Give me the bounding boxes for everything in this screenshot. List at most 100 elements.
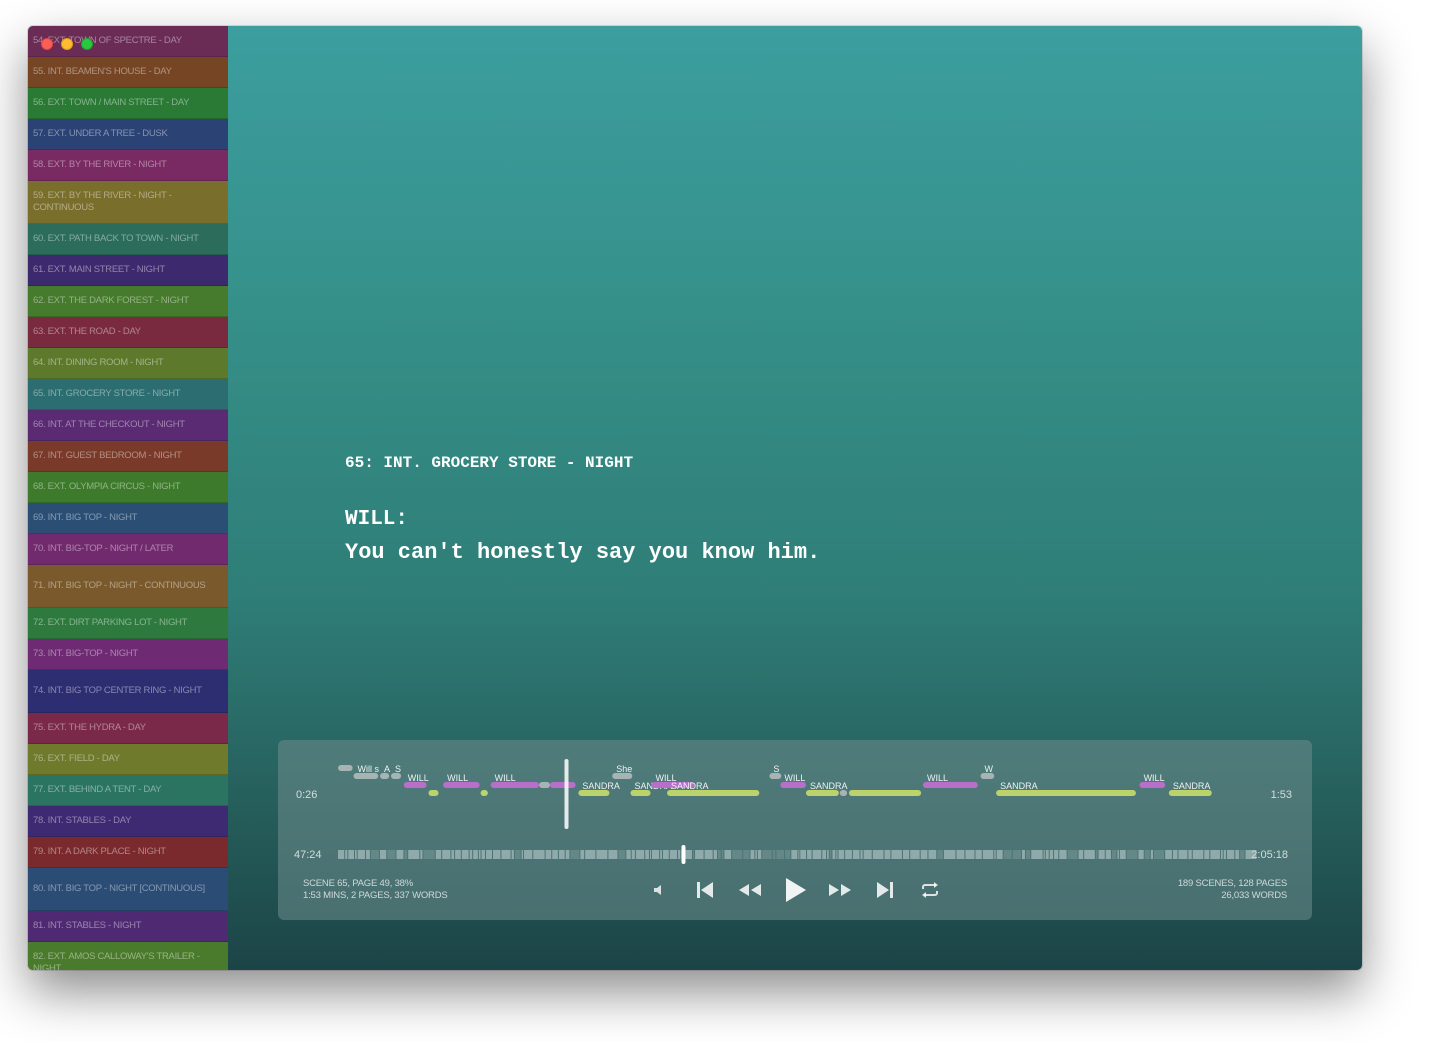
scene-marker[interactable] <box>651 850 660 859</box>
scene-marker[interactable] <box>345 850 348 859</box>
scene-marker[interactable] <box>1078 850 1084 859</box>
scene-list-item[interactable]: 76. EXT. FIELD - DAY <box>28 744 228 775</box>
scene-marker[interactable] <box>1178 850 1188 859</box>
scene-marker[interactable] <box>1119 850 1126 859</box>
scene-marker[interactable] <box>1192 850 1204 859</box>
scene-marker[interactable] <box>485 850 492 859</box>
scene-marker[interactable] <box>1054 850 1059 859</box>
scene-marker[interactable] <box>863 850 872 859</box>
scene-marker[interactable] <box>435 850 442 859</box>
scene-marker[interactable] <box>704 850 713 859</box>
scene-marker[interactable] <box>724 850 732 859</box>
scene-marker[interactable] <box>872 850 884 859</box>
scene-marker[interactable] <box>1111 850 1117 859</box>
scene-marker[interactable] <box>755 850 757 859</box>
scene-marker[interactable] <box>1031 850 1043 859</box>
scene-marker[interactable] <box>943 850 956 859</box>
scene-marker[interactable] <box>829 850 832 859</box>
scene-marker[interactable] <box>910 850 920 859</box>
scene-marker[interactable] <box>423 850 435 859</box>
scene-marker[interactable] <box>596 850 608 859</box>
scene-marker[interactable] <box>524 850 533 859</box>
scene-marker[interactable] <box>791 850 798 859</box>
fast-forward-button[interactable] <box>826 876 854 904</box>
scene-marker[interactable] <box>996 850 1003 859</box>
scene-marker[interactable] <box>404 850 408 859</box>
close-window-button[interactable] <box>41 38 53 50</box>
scene-marker[interactable] <box>1150 850 1154 859</box>
scene-list-item[interactable]: 66. INT. AT THE CHECKOUT - NIGHT <box>28 410 228 441</box>
scene-marker[interactable] <box>585 850 596 859</box>
scene-marker[interactable] <box>1188 850 1192 859</box>
scene-marker[interactable] <box>618 850 626 859</box>
scene-marker[interactable] <box>514 850 521 859</box>
scene-marker[interactable] <box>357 850 365 859</box>
scene-marker[interactable] <box>732 850 743 859</box>
scene-marker[interactable] <box>626 850 631 859</box>
scene-marker[interactable] <box>478 850 481 859</box>
scene-marker[interactable] <box>965 850 975 859</box>
next-scene-button[interactable] <box>872 876 898 904</box>
scene-list-item[interactable]: 60. EXT. PATH BACK TO TOWN - NIGHT <box>28 224 228 255</box>
scene-marker[interactable] <box>1012 850 1021 859</box>
scene-marker[interactable] <box>1227 850 1235 859</box>
scene-marker[interactable] <box>501 850 511 859</box>
scene-marker[interactable] <box>772 850 776 859</box>
scene-marker[interactable] <box>798 850 800 859</box>
scene-marker[interactable] <box>1105 850 1111 859</box>
scene-marker[interactable] <box>812 850 822 859</box>
scene-marker[interactable] <box>852 850 860 859</box>
zoom-window-button[interactable] <box>81 38 93 50</box>
scene-marker[interactable] <box>533 850 545 859</box>
scene-list-item[interactable]: 79. INT. A DARK PLACE - NIGHT <box>28 837 228 868</box>
scene-marker[interactable] <box>545 850 552 859</box>
scene-marker[interactable] <box>1144 850 1150 859</box>
scene-list-sidebar[interactable]: 54. EXT. TOWN OF SPECTRE - DAY 55. INT. B… <box>28 26 228 970</box>
scene-marker[interactable] <box>1084 850 1095 859</box>
scene-marker[interactable] <box>807 850 812 859</box>
scene-marker[interactable] <box>662 850 669 859</box>
scene-marker[interactable] <box>692 850 695 859</box>
scene-marker[interactable] <box>455 850 461 859</box>
scene-marker[interactable] <box>1067 850 1078 859</box>
scene-marker[interactable] <box>994 850 996 859</box>
scene-marker[interactable] <box>1025 850 1031 859</box>
scene-list-item[interactable]: 59. EXT. BY THE RIVER - NIGHT - CONTINUO… <box>28 181 228 224</box>
scene-list-item[interactable]: 77. EXT. BEHIND A TENT - DAY <box>28 775 228 806</box>
scene-marker[interactable] <box>750 850 755 859</box>
scene-marker[interactable] <box>1240 850 1245 859</box>
scene-list-item[interactable]: 58. EXT. BY THE RIVER - NIGHT <box>28 150 228 181</box>
scene-list-item[interactable]: 80. INT. BIG TOP - NIGHT [CONTINUOUS] <box>28 868 228 911</box>
scene-marker[interactable] <box>928 850 937 859</box>
scene-list-item[interactable]: 57. EXT. UNDER A TREE - DUSK <box>28 119 228 150</box>
scene-marker[interactable] <box>1172 850 1178 859</box>
scene-marker[interactable] <box>635 850 645 859</box>
scene-marker[interactable] <box>1117 850 1119 859</box>
scene-marker[interactable] <box>1098 850 1105 859</box>
scene-marker[interactable] <box>338 850 345 859</box>
scene-list-item[interactable]: 73. INT. BIG-TOP - NIGHT <box>28 639 228 670</box>
scene-marker[interactable] <box>1204 850 1210 859</box>
scene-marker[interactable] <box>1095 850 1098 859</box>
scene-list-item[interactable]: 81. INT. STABLES - NIGHT <box>28 911 228 942</box>
scene-marker[interactable] <box>757 850 762 859</box>
scene-marker[interactable] <box>379 850 387 859</box>
scene-marker[interactable] <box>975 850 982 859</box>
scene-marker[interactable] <box>565 850 570 859</box>
scene-marker[interactable] <box>1043 850 1045 859</box>
scene-marker[interactable] <box>1223 850 1227 859</box>
scene-list-item[interactable]: 78. INT. STABLES - DAY <box>28 806 228 837</box>
scene-marker[interactable] <box>645 850 649 859</box>
scene-marker[interactable] <box>1245 850 1257 859</box>
scene-list-item[interactable]: 68. EXT. OLYMPIA CIRCUS - NIGHT <box>28 472 228 503</box>
scene-marker[interactable] <box>469 850 473 859</box>
scene-marker[interactable] <box>721 850 724 859</box>
scene-marker[interactable] <box>1138 850 1144 859</box>
scene-marker[interactable] <box>473 850 478 859</box>
scene-list-item[interactable]: 63. EXT. THE ROAD - DAY <box>28 317 228 348</box>
scene-list-item[interactable]: 67. INT. GUEST BEDROOM - NIGHT <box>28 441 228 472</box>
scene-marker[interactable] <box>348 850 354 859</box>
scene-marker[interactable] <box>669 850 678 859</box>
scene-list-item[interactable]: 55. INT. BEAMEN'S HOUSE - DAY <box>28 57 228 88</box>
scene-list-item[interactable]: 71. INT. BIG TOP - NIGHT - CONTINUOUS <box>28 565 228 608</box>
